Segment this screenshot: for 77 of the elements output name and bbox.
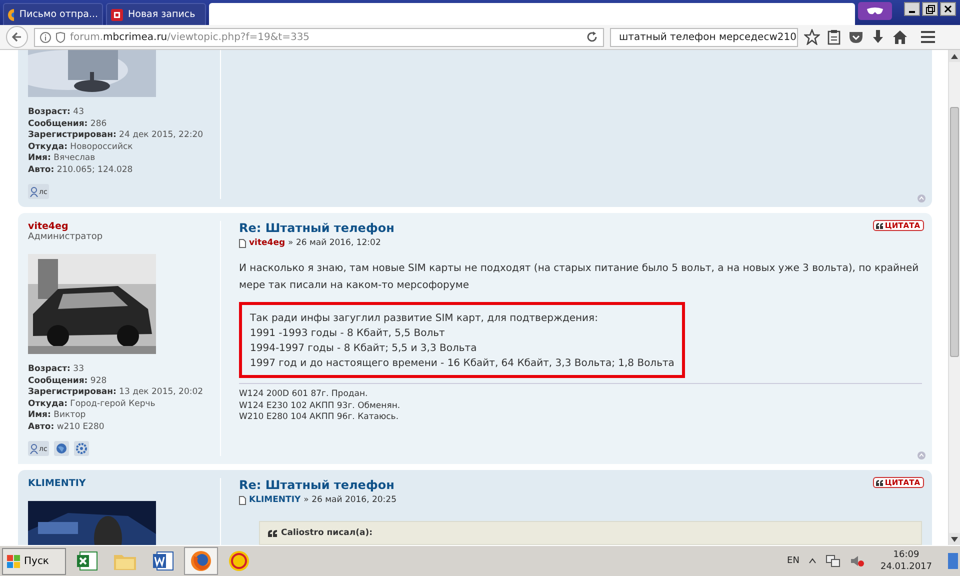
post-text-line: 1991 -1993 годы - 8 Кбайт, 5,5 Вольт bbox=[250, 327, 446, 341]
person-icon bbox=[30, 186, 38, 196]
author-rank: Администратор bbox=[28, 232, 104, 242]
post-text-line: 1997 год и до настоящего времени - 16 Кбайт, 64 Кбайт, 3,3 Вольта; 1,8 Вольта bbox=[250, 357, 674, 371]
info-icon bbox=[40, 32, 51, 42]
blog-logo-icon bbox=[111, 8, 123, 20]
signature-line: W210 E280 104 АКПП 96г. Катаюсь. bbox=[239, 412, 400, 424]
menu-icon[interactable] bbox=[920, 29, 936, 45]
quote-mark-icon bbox=[876, 222, 883, 228]
profile-field: Возраст: 33 bbox=[28, 364, 212, 376]
quote-author: Caliostro писал(а): bbox=[281, 528, 372, 538]
profile-field: Имя: Виктор bbox=[28, 410, 212, 422]
volume-muted-icon[interactable] bbox=[850, 555, 864, 567]
profile-field: Зарегистрирован: 13 дек 2015, 20:02 bbox=[28, 387, 212, 398]
profile-field: Авто: 210.065; 124.028 bbox=[28, 164, 212, 176]
post-icon bbox=[239, 496, 246, 504]
profile-field: Сообщения: 928 bbox=[28, 376, 212, 387]
browser-tab[interactable]: Письмо отпра... bbox=[3, 3, 103, 25]
accounting-app-icon bbox=[228, 550, 250, 572]
post-date: » 26 май 2016, 20:25 bbox=[304, 495, 396, 505]
post-author[interactable]: KLIMENTIY bbox=[249, 495, 301, 505]
address-field[interactable]: forum.mbcrimea.ru/viewtopic.php?f=19&t=335 bbox=[34, 28, 604, 46]
post-title[interactable]: Re: Штатный телефон bbox=[239, 478, 394, 492]
reload-icon[interactable] bbox=[586, 31, 598, 43]
clipboard-icon[interactable] bbox=[826, 29, 842, 45]
author-name[interactable]: KLIMENTIY bbox=[28, 478, 86, 489]
profile-field: Зарегистрирован: 24 дек 2015, 22:20 bbox=[28, 130, 212, 142]
profile-field: Имя: Вячеслав bbox=[28, 153, 212, 164]
restore-button[interactable] bbox=[922, 2, 938, 16]
restore-icon bbox=[926, 4, 934, 14]
post-date: » 26 май 2016, 12:02 bbox=[288, 238, 381, 248]
close-button[interactable] bbox=[940, 2, 956, 16]
post-title[interactable]: Re: Штатный телефон bbox=[239, 221, 394, 235]
pocket-icon[interactable] bbox=[848, 29, 864, 45]
shield-icon bbox=[56, 32, 65, 42]
chevron-up-icon[interactable] bbox=[809, 558, 816, 564]
language-indicator[interactable]: EN bbox=[787, 556, 800, 566]
post-text: И насколько я знаю, там новые SIM карты не подходят (на старых питание было 5 вольт, а на новых уже 3 вольта), по крайней мере так писали на каком-то мерсофоруме bbox=[239, 262, 920, 293]
home-icon[interactable] bbox=[892, 29, 908, 45]
website-button[interactable] bbox=[54, 441, 70, 456]
profile-field: Сообщения: 286 bbox=[28, 118, 212, 130]
close-icon bbox=[944, 5, 952, 13]
taskbar-app[interactable] bbox=[184, 547, 218, 575]
clock[interactable]: 16:09 24.01.2017 bbox=[874, 549, 938, 573]
scroll-down-icon[interactable] bbox=[951, 536, 958, 542]
post-icon bbox=[239, 238, 246, 248]
post-author[interactable]: vite4eg bbox=[249, 238, 286, 248]
profile-field: Откуда: Новороссийск bbox=[28, 142, 212, 153]
profile-field: Авто: w210 E280 bbox=[28, 422, 212, 433]
flower-button[interactable] bbox=[74, 441, 90, 456]
search-field[interactable]: штатный телефон мерседесw210 bbox=[610, 28, 798, 46]
url-text: forum.mbcrimea.ru/viewtopic.php?f=19&t=335 bbox=[70, 32, 311, 42]
network-icon[interactable] bbox=[826, 555, 840, 567]
download-icon[interactable] bbox=[870, 29, 886, 45]
back-arrow-icon bbox=[12, 32, 22, 42]
signature-line: W124 E230 102 АКПП 93г. Обменян. bbox=[239, 400, 402, 412]
private-mask-icon bbox=[858, 2, 892, 20]
word-processor-icon bbox=[152, 550, 174, 572]
spreadsheet-app-icon bbox=[76, 550, 98, 572]
minimize-button[interactable] bbox=[904, 2, 920, 16]
windows-logo-icon bbox=[7, 554, 21, 568]
browser-icon bbox=[190, 550, 212, 572]
browser-tab[interactable]: Новая запись bbox=[106, 3, 206, 25]
post-text-line: 1994-1997 годы - 8 Кбайт; 5,5 и 3,3 Вольта bbox=[250, 342, 478, 356]
profile-field: Откуда: Город-герой Керчь bbox=[28, 398, 212, 410]
scroll-up-icon[interactable] bbox=[951, 54, 958, 58]
author-name[interactable]: vite4eg bbox=[28, 221, 68, 232]
profile-field: Возраст: 43 bbox=[28, 107, 212, 118]
star-icon[interactable] bbox=[804, 29, 820, 45]
quote-mark-icon bbox=[876, 480, 883, 486]
back-button[interactable] bbox=[6, 26, 28, 48]
scrollbar[interactable] bbox=[948, 50, 960, 545]
person-icon bbox=[30, 444, 38, 454]
post-text-line: Так ради инфы загуглил развитие SIM карт, для подтверждения: bbox=[250, 312, 599, 326]
start-button[interactable]: Пуск bbox=[2, 548, 66, 574]
quote-mark-icon bbox=[268, 530, 277, 536]
signature-line: W124 200D 601 87г. Продан. bbox=[239, 389, 369, 400]
